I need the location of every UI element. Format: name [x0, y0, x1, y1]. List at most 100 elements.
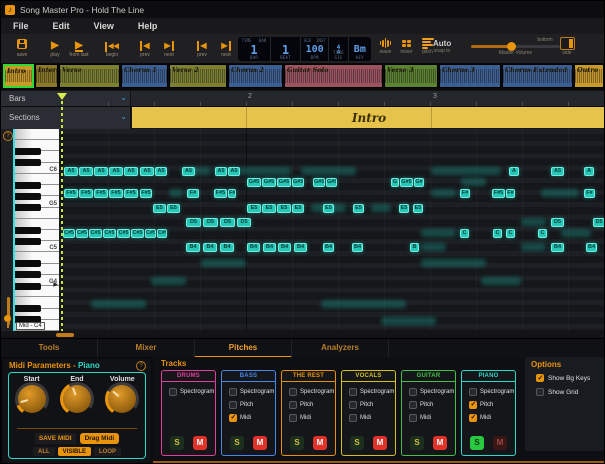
midi-note-a5[interactable]: A5: [140, 167, 154, 176]
midi-note-a5[interactable]: A5: [155, 167, 167, 176]
black-key[interactable]: [15, 148, 41, 155]
midi-note-cs5[interactable]: C#5: [131, 229, 144, 238]
lcd-bar[interactable]: TIMEBAR 1 BAR: [238, 37, 271, 61]
midi-note-c[interactable]: C: [460, 229, 469, 238]
midi-note-gs5[interactable]: G#5: [292, 178, 304, 187]
midi-note-d5[interactable]: D5: [220, 218, 235, 227]
scope-loop-button[interactable]: LOOP: [94, 447, 121, 456]
midi-note-d5[interactable]: D5: [186, 218, 201, 227]
start-knob[interactable]: Start: [12, 376, 52, 413]
midi-checkbox[interactable]: [409, 414, 417, 422]
midi-note-e5[interactable]: E5: [413, 204, 423, 213]
spectrogram-checkbox[interactable]: [469, 388, 477, 396]
midi-note-gs5[interactable]: G#5: [400, 178, 413, 187]
mute-button[interactable]: M: [373, 436, 387, 450]
midi-note-fs[interactable]: F#: [460, 189, 470, 198]
snap-to-control[interactable]: Auto snap to: [433, 39, 451, 54]
overview-section-outro[interactable]: Outro: [574, 64, 604, 88]
midi-note-fs5[interactable]: F#5: [94, 189, 108, 198]
overview-section-chorus-3[interactable]: Chorus 3: [439, 64, 501, 88]
option-show-bg-keys[interactable]: Show Bg Keys: [532, 374, 605, 382]
midi-note-gs5[interactable]: G#5: [262, 178, 276, 187]
next-button[interactable]: ▶next: [158, 39, 180, 58]
sections-row[interactable]: Sections ⌄ Intro: [1, 107, 605, 130]
black-key[interactable]: [15, 159, 41, 166]
midi-note-fs5[interactable]: F#5: [214, 189, 227, 198]
save-midi-button[interactable]: SAVE MIDI: [35, 433, 76, 444]
from-last-button[interactable]: ▶from last: [68, 39, 90, 58]
midi-note-b4[interactable]: B4: [352, 243, 363, 252]
midi-note-cs5[interactable]: C#5: [117, 229, 130, 238]
horizontal-scrollbar[interactable]: [56, 333, 74, 337]
pitch-checkbox[interactable]: [469, 401, 477, 409]
help-icon[interactable]: ?: [136, 361, 146, 371]
midi-note-a5[interactable]: A5: [182, 167, 195, 176]
overview-section-verse[interactable]: Verse: [59, 64, 120, 88]
spectrogram-checkbox[interactable]: [349, 388, 357, 396]
overview-section-chorus-1[interactable]: Chorus 1: [121, 64, 168, 88]
track-option-pitch[interactable]: Pitch: [346, 398, 394, 411]
midi-checkbox[interactable]: [229, 414, 237, 422]
bars-ruler-row[interactable]: Bars ⌄ 23: [1, 91, 605, 107]
midi-note-e5[interactable]: E5: [153, 204, 166, 213]
midi-note-e5[interactable]: E5: [292, 204, 304, 213]
chevron-down-icon[interactable]: ⌄: [120, 106, 127, 128]
tab-analyzers[interactable]: Analyzers: [292, 339, 389, 358]
overview-section-verse-3[interactable]: Verse 3: [384, 64, 438, 88]
black-key[interactable]: [15, 260, 41, 267]
midi-note-e5[interactable]: E5: [323, 204, 334, 213]
option-show-grid[interactable]: Show Grid: [532, 388, 605, 396]
midi-note-a5[interactable]: A5: [64, 167, 78, 176]
midi-note-fs[interactable]: F#: [187, 189, 199, 198]
midi-note-b4[interactable]: B4: [586, 243, 597, 252]
midi-note-a5[interactable]: A5: [215, 167, 227, 176]
midi-note-a5[interactable]: A5: [94, 167, 108, 176]
midi-note-cs5[interactable]: C#5: [76, 229, 88, 238]
drag-midi-button[interactable]: Drag Midi: [80, 433, 120, 444]
track-option-spectrogram[interactable]: Spectrogram: [226, 385, 274, 398]
tab-pitches[interactable]: Pitches: [195, 339, 292, 358]
mixer-view-button[interactable]: mixer: [396, 37, 417, 55]
play-button[interactable]: ▶play: [44, 39, 66, 58]
option-checkbox[interactable]: [536, 374, 544, 382]
prev-button[interactable]: ◀prev: [191, 39, 213, 58]
midi-note-a[interactable]: A: [584, 167, 594, 176]
chevron-down-icon[interactable]: ⌄: [120, 90, 127, 105]
option-checkbox[interactable]: [536, 388, 544, 396]
pitch-checkbox[interactable]: [349, 401, 357, 409]
track-option-midi[interactable]: Midi: [406, 411, 454, 424]
midi-checkbox[interactable]: [349, 414, 357, 422]
midi-note-gs5[interactable]: G#5: [326, 178, 337, 187]
solo-button[interactable]: S: [410, 436, 424, 450]
pitch-checkbox[interactable]: [409, 401, 417, 409]
track-option-spectrogram[interactable]: Spectrogram: [466, 385, 514, 398]
track-option-midi[interactable]: Midi: [226, 411, 274, 424]
midi-note-a5[interactable]: A5: [551, 167, 564, 176]
solo-button[interactable]: S: [350, 436, 364, 450]
track-option-spectrogram[interactable]: Spectrogram: [406, 385, 454, 398]
track-option-midi[interactable]: Midi: [346, 411, 394, 424]
begin-button[interactable]: ◀◀begin: [101, 39, 123, 58]
midi-note-cs5[interactable]: C#5: [103, 229, 116, 238]
midi-note-cs5[interactable]: C#5: [89, 229, 102, 238]
lcd-beat[interactable]: 1 BEAT: [271, 37, 301, 61]
pin-icon[interactable]: [4, 315, 11, 322]
black-key[interactable]: [15, 204, 41, 211]
midi-note-a[interactable]: A: [509, 167, 519, 176]
piano-roll[interactable]: A5A5A5A5A5A5A5A5A5A5AA5AG#5G#5G#5G#5G#5G…: [59, 129, 605, 331]
midi-checkbox[interactable]: [469, 414, 477, 422]
midi-note-fs5[interactable]: F#5: [492, 189, 505, 198]
midi-note-fs[interactable]: F#: [584, 189, 595, 198]
track-option-spectrogram[interactable]: Spectrogram: [166, 385, 214, 398]
wave-view-button[interactable]: wave: [375, 37, 396, 55]
midi-note-gs5[interactable]: G#5: [313, 178, 325, 187]
midi-note-d5[interactable]: D5: [237, 218, 251, 227]
midi-note-b4[interactable]: B4: [247, 243, 260, 252]
black-key[interactable]: [15, 305, 41, 312]
track-option-pitch[interactable]: Pitch: [466, 398, 514, 411]
prev-button[interactable]: ◀prev: [134, 39, 156, 58]
black-key[interactable]: [15, 182, 41, 189]
section-band-intro[interactable]: Intro: [132, 107, 605, 128]
midi-note-d5[interactable]: D5: [551, 218, 564, 227]
midi-note-a5[interactable]: A5: [124, 167, 138, 176]
